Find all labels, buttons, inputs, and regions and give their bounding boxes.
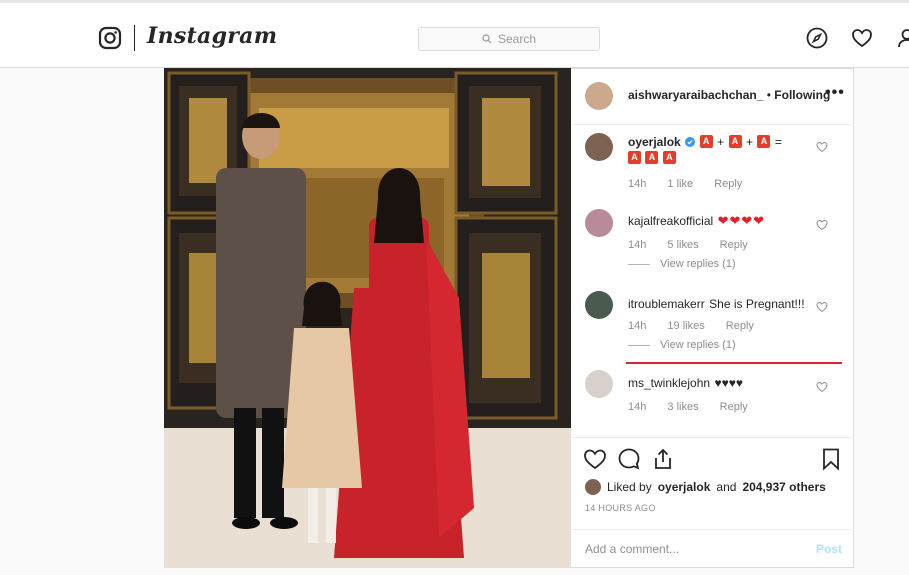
comment-item: oyerjalok A + A + A = A A A 14h 1 like R… [571, 125, 854, 197]
emoji-a-button: A [662, 151, 676, 165]
reply-button[interactable]: Reply [720, 401, 748, 413]
like-heart-icon[interactable] [583, 447, 607, 471]
actions-divider [571, 437, 854, 438]
verified-badge-icon [685, 136, 696, 147]
search-input[interactable]: Search [418, 27, 600, 51]
emoji-a-button: A [645, 151, 659, 165]
comment-like-count[interactable]: 3 likes [667, 401, 698, 413]
comment-body: oyerjalok A + A + A = A A A [628, 134, 803, 166]
view-replies-button[interactable]: View replies (1) [628, 339, 736, 351]
compass-icon[interactable] [806, 27, 828, 49]
profile-icon[interactable] [896, 27, 909, 49]
comment-like-heart-icon[interactable] [816, 301, 828, 313]
comment-username[interactable]: itroublemakerr [628, 297, 705, 311]
comment-avatar[interactable] [585, 209, 613, 237]
comment-time: 14h [628, 401, 647, 413]
post-photo[interactable] [164, 68, 571, 568]
comment-like-count[interactable]: 5 likes [667, 239, 698, 251]
comment-username[interactable]: oyerjalok [628, 135, 681, 149]
comment-meta: 14h 5 likes Reply [628, 239, 766, 251]
heart-icon[interactable] [851, 27, 873, 49]
instagram-logo-icon[interactable] [98, 26, 122, 50]
comment-text: ❤❤❤❤ [717, 213, 766, 228]
liked-by-and: and [716, 480, 737, 494]
reply-button[interactable]: Reply [720, 239, 748, 251]
more-options-button[interactable]: ••• [825, 84, 845, 102]
comment-text: = [774, 135, 782, 149]
top-navbar: Instagram Search [0, 0, 909, 68]
reply-button[interactable]: Reply [726, 320, 754, 332]
comment-meta: 14h 1 like Reply [628, 178, 760, 190]
emoji-a-button: A [699, 135, 713, 149]
bookmark-icon[interactable] [819, 447, 843, 471]
comment-body: itroublemakerr She is Pregnant!!! [628, 295, 805, 313]
comment-like-heart-icon[interactable] [816, 219, 828, 231]
comment-text: + [717, 135, 725, 149]
post-comment-button[interactable]: Post [816, 542, 842, 556]
likes-count[interactable]: 204,937 others [742, 480, 825, 494]
share-icon[interactable] [651, 447, 675, 471]
post-timestamp[interactable]: 14 HOURS AGO [585, 503, 656, 513]
liker-username[interactable]: oyerjalok [658, 480, 711, 494]
comment-meta: 14h 3 likes Reply [628, 401, 766, 413]
add-comment-input[interactable]: Add a comment... [585, 542, 679, 556]
emoji-a-button: A [757, 135, 771, 149]
post-detail-panel: aishwaryaraibachchan_ • Following ••• oy… [571, 68, 854, 568]
view-replies-button[interactable]: View replies (1) [628, 258, 736, 270]
comment-item: ms_twinklejohn ♥♥♥♥ 14h 3 likes Reply [571, 365, 854, 437]
search-icon [482, 34, 492, 44]
comment-avatar[interactable] [585, 370, 613, 398]
instagram-wordmark[interactable]: Instagram [147, 23, 277, 49]
logo-divider [134, 25, 135, 51]
comment-text: + [745, 135, 753, 149]
comment-text: She is Pregnant!!! [709, 297, 805, 311]
liked-by-prefix: Liked by [607, 480, 652, 494]
comment-avatar[interactable] [585, 133, 613, 161]
separator-dot: • [766, 88, 771, 102]
reply-button[interactable]: Reply [714, 178, 742, 190]
comment-like-heart-icon[interactable] [816, 141, 828, 153]
comment-time: 14h [628, 178, 647, 190]
emoji-a-button: A [728, 135, 742, 149]
comment-item: itroublemakerr She is Pregnant!!! 14h 19… [571, 284, 854, 356]
comment-username[interactable]: ms_twinklejohn [628, 376, 710, 390]
comment-body: kajalfreakofficial ❤❤❤❤ [628, 212, 765, 230]
following-button[interactable]: Following [774, 88, 830, 102]
add-comment-bar: Add a comment... Post [571, 529, 854, 569]
comment-bubble-icon[interactable] [617, 447, 641, 471]
comment-like-count[interactable]: 1 like [667, 178, 693, 190]
liker-avatar[interactable] [585, 479, 601, 495]
comment-like-count[interactable]: 19 likes [667, 320, 704, 332]
post-author-name[interactable]: aishwaryaraibachchan_ [628, 88, 763, 102]
comment-body: ms_twinklejohn ♥♥♥♥ [628, 374, 743, 392]
highlight-underline [626, 362, 842, 364]
comment-username[interactable]: kajalfreakofficial [628, 214, 713, 228]
author-avatar[interactable] [585, 82, 613, 110]
post-header: aishwaryaraibachchan_ • Following ••• [571, 69, 854, 125]
comment-time: 14h [628, 239, 647, 251]
post-author-line: aishwaryaraibachchan_ • Following [628, 88, 830, 102]
comment-avatar[interactable] [585, 291, 613, 319]
emoji-a-button: A [628, 151, 641, 165]
search-placeholder: Search [497, 32, 537, 46]
comments-list: oyerjalok A + A + A = A A A 14h 1 like R… [571, 125, 854, 437]
comment-item: kajalfreakofficial ❤❤❤❤ 14h 5 likes Repl… [571, 203, 854, 275]
comment-meta: 14h 19 likes Reply [628, 320, 772, 332]
comment-text: ♥♥♥♥ [714, 376, 744, 390]
comment-like-heart-icon[interactable] [816, 381, 828, 393]
comment-time: 14h [628, 320, 647, 332]
liked-by-line: Liked by oyerjalok and 204,937 others [585, 479, 826, 495]
